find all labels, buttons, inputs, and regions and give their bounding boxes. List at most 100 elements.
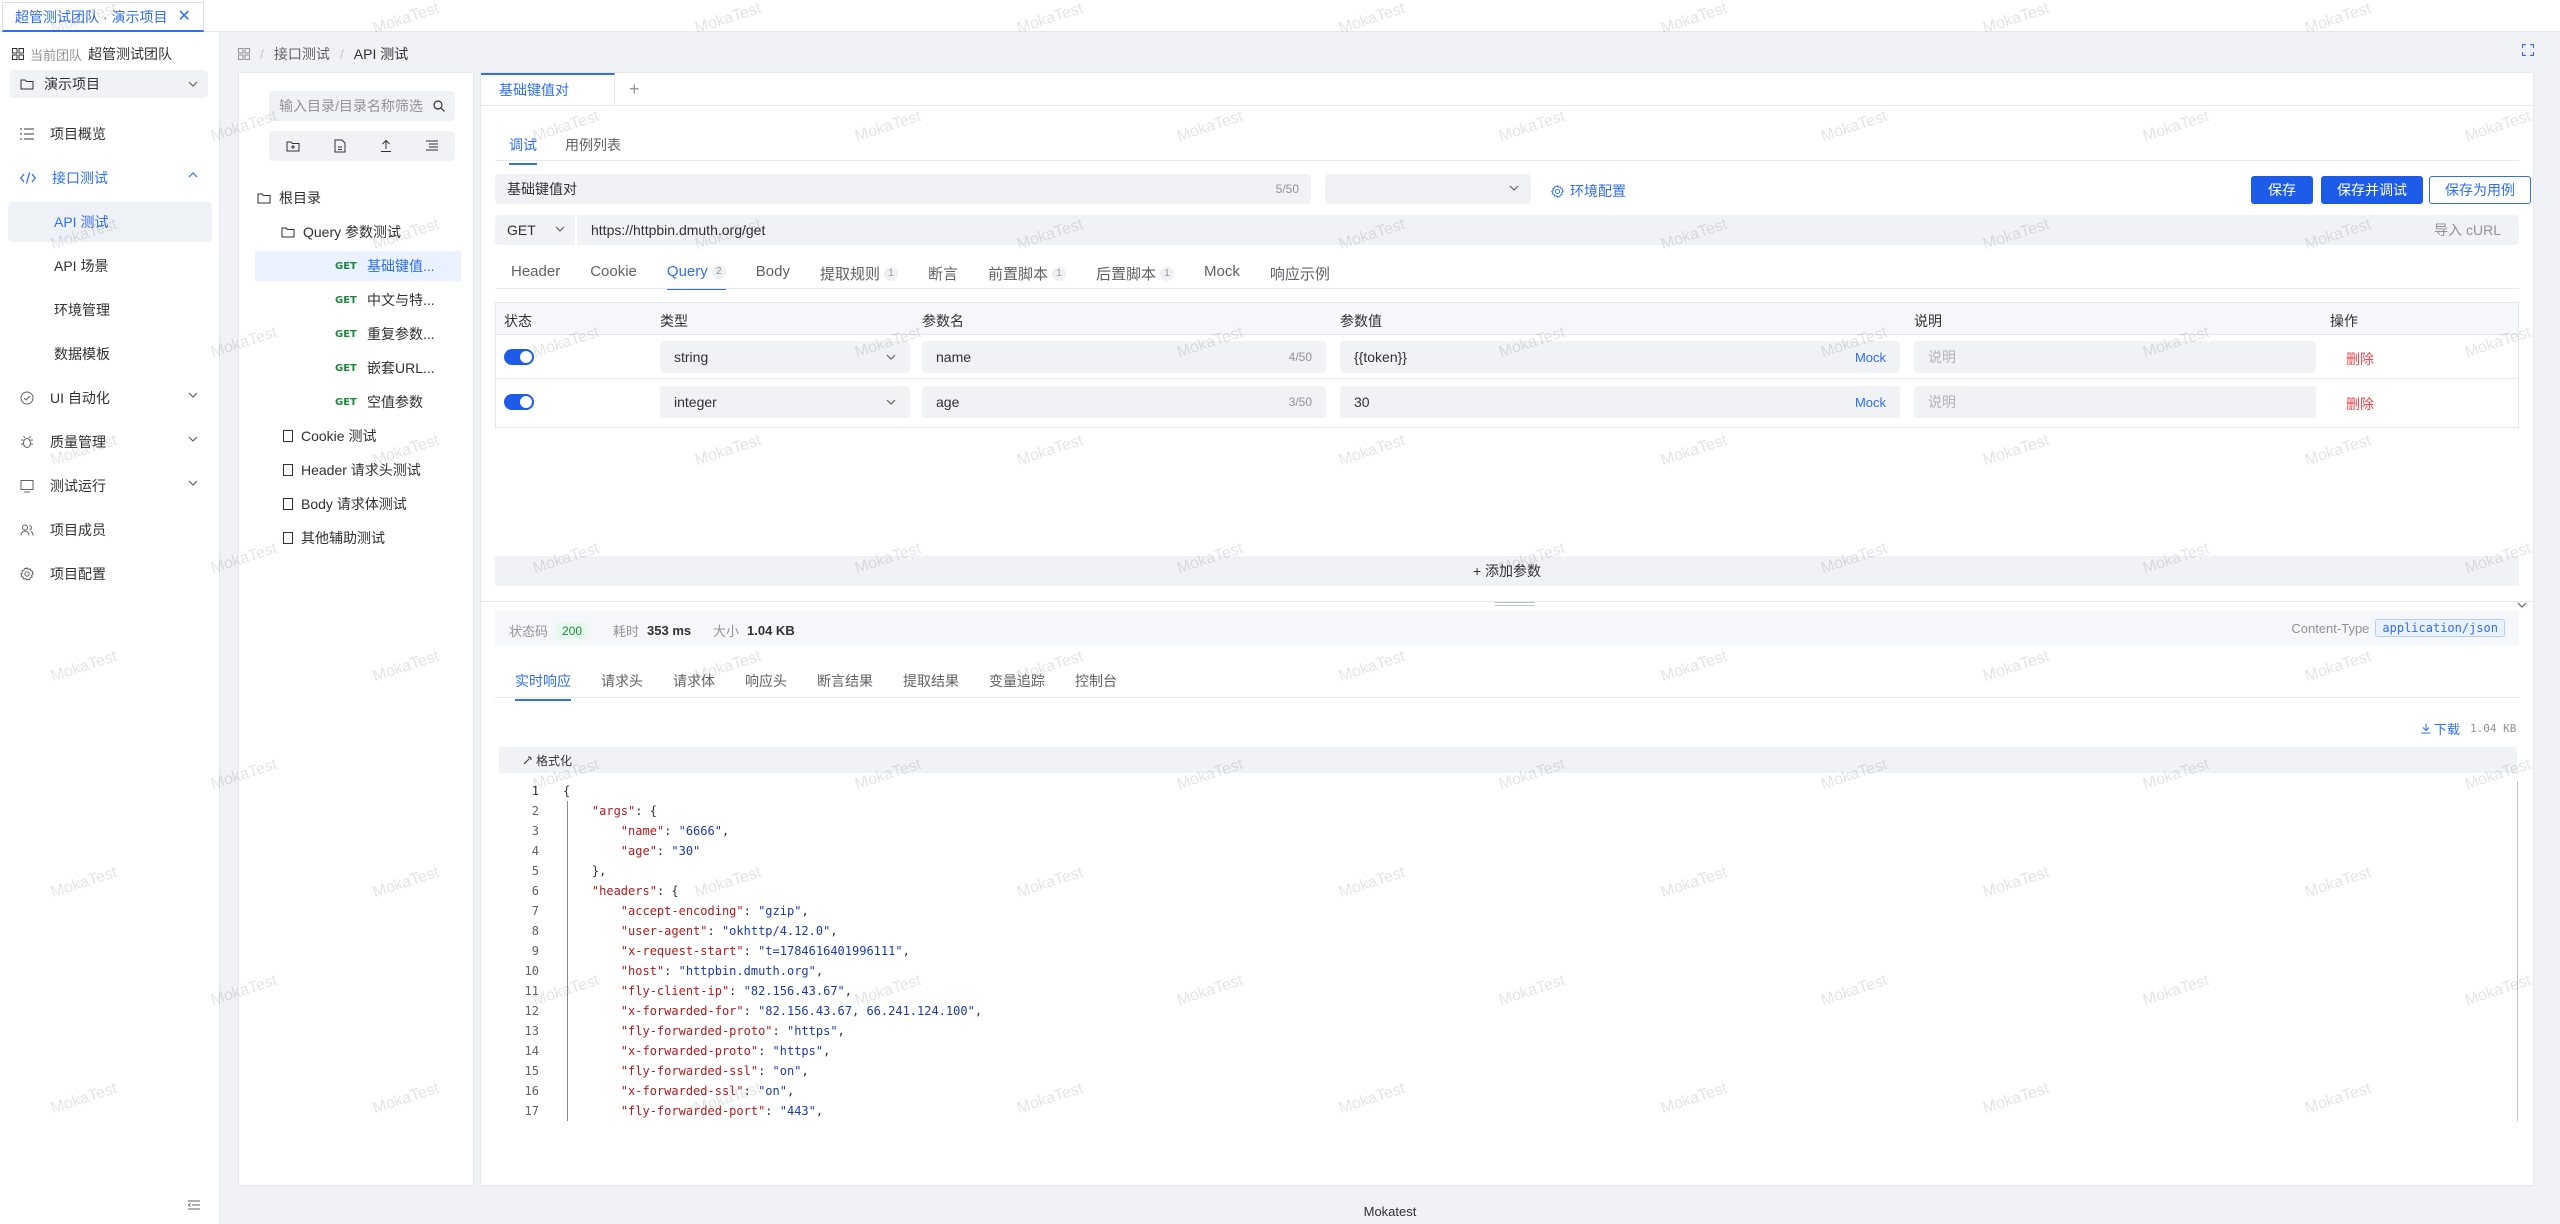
indent-guide	[567, 801, 568, 1121]
sidebar: 当前团队 超管测试团队 演示项目 项目概览 接口测试 API 测试 API 场景…	[0, 32, 220, 1224]
sidebar-item-api-scenario[interactable]: API 场景	[8, 246, 212, 286]
mock-button[interactable]: Mock	[1855, 395, 1886, 410]
tree-search-input[interactable]	[279, 98, 429, 114]
team-switcher[interactable]: 当前团队 超管测试团队	[12, 44, 172, 64]
method-badge: GET	[335, 362, 357, 374]
sidebar-item-settings[interactable]: 项目配置	[8, 554, 212, 594]
param-name-input[interactable]: name 4/50	[922, 341, 1326, 373]
save-button[interactable]: 保存	[2251, 176, 2313, 204]
project-select[interactable]: 演示项目	[10, 70, 208, 98]
breadcrumb-item[interactable]: 接口测试	[274, 44, 330, 64]
sidebar-item-label: UI 自动化	[50, 390, 110, 406]
tree-folder[interactable]: Query 参数测试	[281, 217, 401, 247]
method-badge: GET	[335, 328, 357, 340]
tab-header[interactable]: Header	[511, 263, 560, 280]
mock-button[interactable]: Mock	[1855, 350, 1886, 365]
param-name-input[interactable]: age 3/50	[922, 386, 1326, 418]
add-tab-button[interactable]: +	[629, 79, 640, 100]
sidebar-item-members[interactable]: 项目成员	[8, 510, 212, 550]
tree-api-item[interactable]: GET 空值参数	[335, 387, 423, 417]
delete-button[interactable]: 删除	[2346, 394, 2374, 414]
enabled-toggle[interactable]	[504, 349, 534, 365]
save-as-case-button[interactable]: 保存为用例	[2429, 176, 2531, 204]
code-line: {	[563, 784, 571, 798]
search-icon[interactable]	[433, 100, 445, 112]
env-config-link[interactable]: 环境配置	[1551, 181, 1626, 201]
expand-collapse-icon[interactable]	[426, 140, 438, 152]
sidebar-item-overview[interactable]: 项目概览	[8, 114, 212, 154]
response-code-view[interactable]: 1 {2 "args": {3 "name": "6666", 4 "age": "…	[499, 781, 2517, 1121]
add-param-button[interactable]: + 添加参数	[495, 556, 2519, 586]
column-header: 状态	[504, 313, 532, 329]
tree-doc-item[interactable]: Cookie 测试	[283, 421, 376, 451]
sidebar-item-api-test-group[interactable]: 接口测试	[8, 158, 212, 198]
tree-search[interactable]	[269, 91, 455, 121]
close-icon[interactable]: ✕	[177, 8, 190, 25]
param-value-input[interactable]: {{token}} Mock	[1340, 341, 1900, 373]
divider	[495, 160, 2519, 161]
download-button[interactable]: 下载	[2421, 719, 2460, 738]
line-number: 17	[524, 1104, 539, 1118]
tree-root[interactable]: 根目录	[257, 183, 321, 213]
environment-select[interactable]	[1325, 174, 1531, 204]
code-line: "fly-forwarded-port": "443",	[620, 1104, 824, 1118]
char-count: 4/50	[1288, 350, 1312, 364]
tree-api-item[interactable]: GET 重复参数...	[335, 319, 435, 349]
content-type-label: Content-Type	[2291, 620, 2370, 636]
sidebar-item-data-template[interactable]: 数据模板	[8, 334, 212, 374]
tab-project[interactable]: 超管测试团队 · 演示项目 ✕	[2, 2, 204, 32]
fullscreen-icon[interactable]	[2522, 44, 2534, 56]
tab-response-example[interactable]: 响应示例	[1270, 263, 1330, 284]
param-value-input[interactable]: 30 Mock	[1340, 386, 1900, 418]
add-file-icon[interactable]	[334, 139, 346, 153]
sidebar-item-test-run[interactable]: 测试运行	[8, 466, 212, 506]
panel-resizer[interactable]	[481, 601, 2533, 609]
tab-query[interactable]: Query 2	[666, 263, 726, 290]
chevron-down-icon[interactable]	[2517, 602, 2527, 608]
description-input[interactable]: 说明	[1914, 341, 2316, 373]
format-button[interactable]: 格式化	[523, 752, 572, 769]
sidebar-item-env[interactable]: 环境管理	[8, 290, 212, 330]
url-input[interactable]: https://httpbin.dmuth.org/get 导入 cURL	[577, 215, 2519, 245]
import-curl-button[interactable]: 导入 cURL	[2434, 220, 2501, 240]
method-select[interactable]: GET	[495, 215, 575, 245]
tab-request[interactable]: 基础键值对	[481, 73, 615, 105]
tree-doc-item[interactable]: Header 请求头测试	[283, 455, 421, 485]
enabled-toggle[interactable]	[504, 394, 534, 410]
gear-icon	[20, 567, 34, 581]
upload-icon[interactable]	[380, 139, 392, 153]
tree-doc-item[interactable]: 其他辅助测试	[283, 523, 385, 553]
tab-body[interactable]: Body	[756, 263, 790, 280]
users-icon	[20, 523, 34, 537]
description-input[interactable]: 说明	[1914, 386, 2316, 418]
type-select[interactable]: string	[660, 341, 910, 373]
add-folder-icon[interactable]	[286, 140, 300, 152]
check-circle-icon	[20, 391, 34, 405]
tab-post-script[interactable]: 后置脚本 1	[1096, 263, 1175, 284]
method-value: GET	[507, 222, 536, 238]
grid-icon[interactable]	[238, 48, 250, 60]
sidebar-item-quality[interactable]: 质量管理	[8, 422, 212, 462]
save-and-debug-button[interactable]: 保存并调试	[2321, 176, 2423, 204]
tree-api-item[interactable]: GET 基础键值...	[255, 251, 461, 281]
sidebar-item-label: 接口测试	[52, 170, 108, 186]
response-size: 大小 1.04 KB	[713, 621, 795, 640]
tree-api-item[interactable]: GET 嵌套URL...	[335, 353, 435, 383]
drag-handle[interactable]	[1495, 602, 1535, 606]
tab-mock[interactable]: Mock	[1204, 263, 1240, 280]
delete-button[interactable]: 删除	[2346, 349, 2374, 369]
type-select[interactable]: integer	[660, 386, 910, 418]
api-name-input[interactable]: 基础键值对 5/50	[495, 174, 1311, 204]
sidebar-item-api-test[interactable]: API 测试	[8, 202, 212, 242]
tree-doc-item[interactable]: Body 请求体测试	[283, 489, 407, 519]
tree-api-item[interactable]: GET 中文与特...	[335, 285, 435, 315]
collapse-sidebar-icon[interactable]	[188, 1200, 200, 1210]
tab-pre-script[interactable]: 前置脚本 1	[988, 263, 1067, 284]
sidebar-item-ui-automation[interactable]: UI 自动化	[8, 378, 212, 418]
code-scrollbar[interactable]	[2517, 781, 2518, 1121]
status-badge: 200	[556, 622, 589, 639]
tab-extract-rules[interactable]: 提取规则 1	[820, 263, 898, 284]
tab-assertions[interactable]: 断言	[928, 263, 958, 284]
tab-cookie[interactable]: Cookie	[590, 263, 637, 280]
breadcrumb-separator: /	[260, 46, 264, 62]
